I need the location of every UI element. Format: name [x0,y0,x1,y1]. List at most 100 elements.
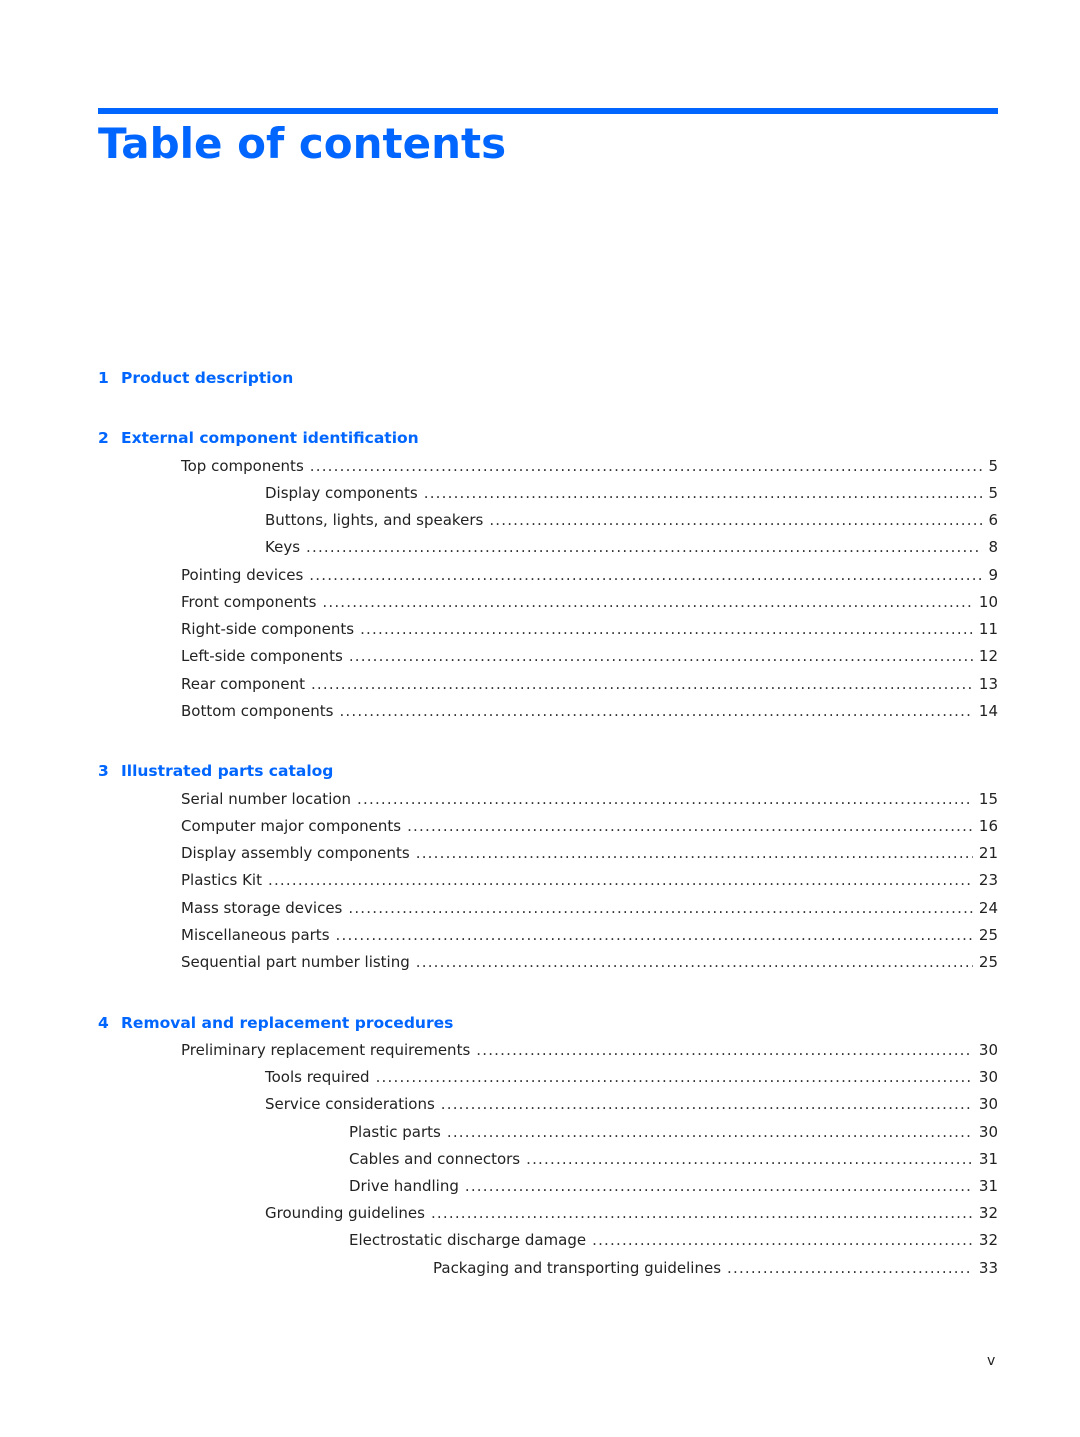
entry-page: 31 [978,1177,998,1195]
toc-entry[interactable]: Service considerations 30 [265,1092,998,1116]
dot-leader [424,481,983,505]
entry-label: Left-side components [181,647,343,665]
toc-entry[interactable]: Left-side components 12 [181,644,998,668]
entry-page: 11 [978,620,998,638]
toc-entry[interactable]: Right-side components 11 [181,617,998,641]
entry-label: Plastics Kit [181,871,262,889]
chapter-heading-3[interactable]: 3 Illustrated parts catalog [98,759,998,783]
page-title: Table of contents [98,119,507,168]
footer-page-number: v [987,1353,996,1369]
entry-page: 30 [978,1123,998,1141]
dot-leader [416,950,973,974]
title-rule [98,108,998,114]
entry-label: Mass storage devices [181,899,343,917]
entry-page: 13 [978,675,998,693]
toc-entry[interactable]: Mass storage devices 24 [181,896,998,920]
toc-entry[interactable]: Keys 8 [265,535,998,559]
dot-leader [489,508,982,532]
toc-entry[interactable]: Grounding guidelines 32 [265,1201,998,1225]
dot-leader [268,868,973,892]
entry-page: 33 [978,1259,998,1277]
entry-label: Grounding guidelines [265,1204,425,1222]
dot-leader [447,1120,973,1144]
dot-leader [336,923,973,947]
entry-label: Front components [181,593,317,611]
entry-page: 8 [988,538,998,556]
toc-entry[interactable]: Front components 10 [181,590,998,614]
toc-entry[interactable]: Bottom components 14 [181,699,998,723]
chapter-title: Illustrated parts catalog [121,762,334,780]
toc-entry[interactable]: Sequential part number listing 25 [181,950,998,974]
entry-label: Serial number location [181,790,352,808]
entry-page: 25 [978,953,998,971]
toc-entry[interactable]: Drive handling 31 [349,1174,998,1198]
entry-label: Drive handling [349,1177,459,1195]
toc-entry[interactable]: Pointing devices 9 [181,563,998,587]
chapter-title: Product description [121,369,294,387]
toc-entry[interactable]: Display components 5 [265,481,998,505]
entry-page: 30 [978,1068,998,1086]
entry-page: 16 [978,817,998,835]
dot-leader [416,841,973,865]
toc-entry[interactable]: Display assembly components 21 [181,841,998,865]
dot-leader [309,563,982,587]
entry-page: 14 [978,702,998,720]
toc-entry[interactable]: Buttons, lights, and speakers 6 [265,508,998,532]
entry-page: 5 [988,484,998,502]
entry-label: Rear component [181,675,305,693]
toc-entry[interactable]: Preliminary replacement requirements 30 [181,1038,998,1062]
chapter-number: 4 [98,1014,109,1032]
entry-label: Display assembly components [181,844,410,862]
entry-page: 6 [988,511,998,529]
toc-entry[interactable]: Plastics Kit 23 [181,868,998,892]
toc-entry[interactable]: Top components 5 [181,454,998,478]
entry-label: Bottom components [181,702,334,720]
entry-page: 30 [978,1095,998,1113]
entry-page: 23 [978,871,998,889]
toc-entry[interactable]: Rear component 13 [181,672,998,696]
chapter-title: External component identification [121,429,419,447]
entry-label: Sequential part number listing [181,953,410,971]
dot-leader [339,699,972,723]
toc-entry[interactable]: Serial number location 15 [181,787,998,811]
dot-leader [431,1201,973,1225]
entry-page: 9 [988,566,998,584]
toc-entry[interactable]: Cables and connectors 31 [349,1147,998,1171]
entry-page: 32 [978,1204,998,1222]
dot-leader [476,1038,973,1062]
dot-leader [360,617,973,641]
entry-page: 31 [978,1150,998,1168]
dot-leader [349,644,973,668]
dot-leader [348,896,973,920]
chapter-heading-1[interactable]: 1 Product description [98,366,998,390]
entry-label: Electrostatic discharge damage [349,1231,587,1249]
dot-leader [311,672,973,696]
chapter-number: 3 [98,762,109,780]
chapter-number: 1 [98,369,109,387]
dot-leader [376,1065,973,1089]
chapter-heading-2[interactable]: 2 External component identification [98,426,998,450]
chapter-heading-4[interactable]: 4 Removal and replacement procedures [98,1011,998,1035]
entry-page: 25 [978,926,998,944]
entry-page: 21 [978,844,998,862]
toc-entry[interactable]: Plastic parts 30 [349,1120,998,1144]
entry-page: 32 [978,1231,998,1249]
entry-label: Keys [265,538,301,556]
dot-leader [465,1174,973,1198]
toc-entry[interactable]: Tools required 30 [265,1065,998,1089]
dot-leader [357,787,973,811]
entry-label: Packaging and transporting guidelines [433,1259,722,1277]
entry-page: 10 [978,593,998,611]
entry-label: Buttons, lights, and speakers [265,511,484,529]
entry-label: Plastic parts [349,1123,441,1141]
toc-entry[interactable]: Electrostatic discharge damage 32 [349,1228,998,1252]
entry-label: Right-side components [181,620,355,638]
dot-leader [322,590,973,614]
toc-entry[interactable]: Computer major components 16 [181,814,998,838]
entry-page: 30 [978,1041,998,1059]
entry-label: Preliminary replacement requirements [181,1041,471,1059]
dot-leader [310,454,983,478]
entry-page: 24 [978,899,998,917]
toc-entry[interactable]: Miscellaneous parts 25 [181,923,998,947]
toc-entry[interactable]: Packaging and transporting guidelines 33 [433,1256,998,1280]
